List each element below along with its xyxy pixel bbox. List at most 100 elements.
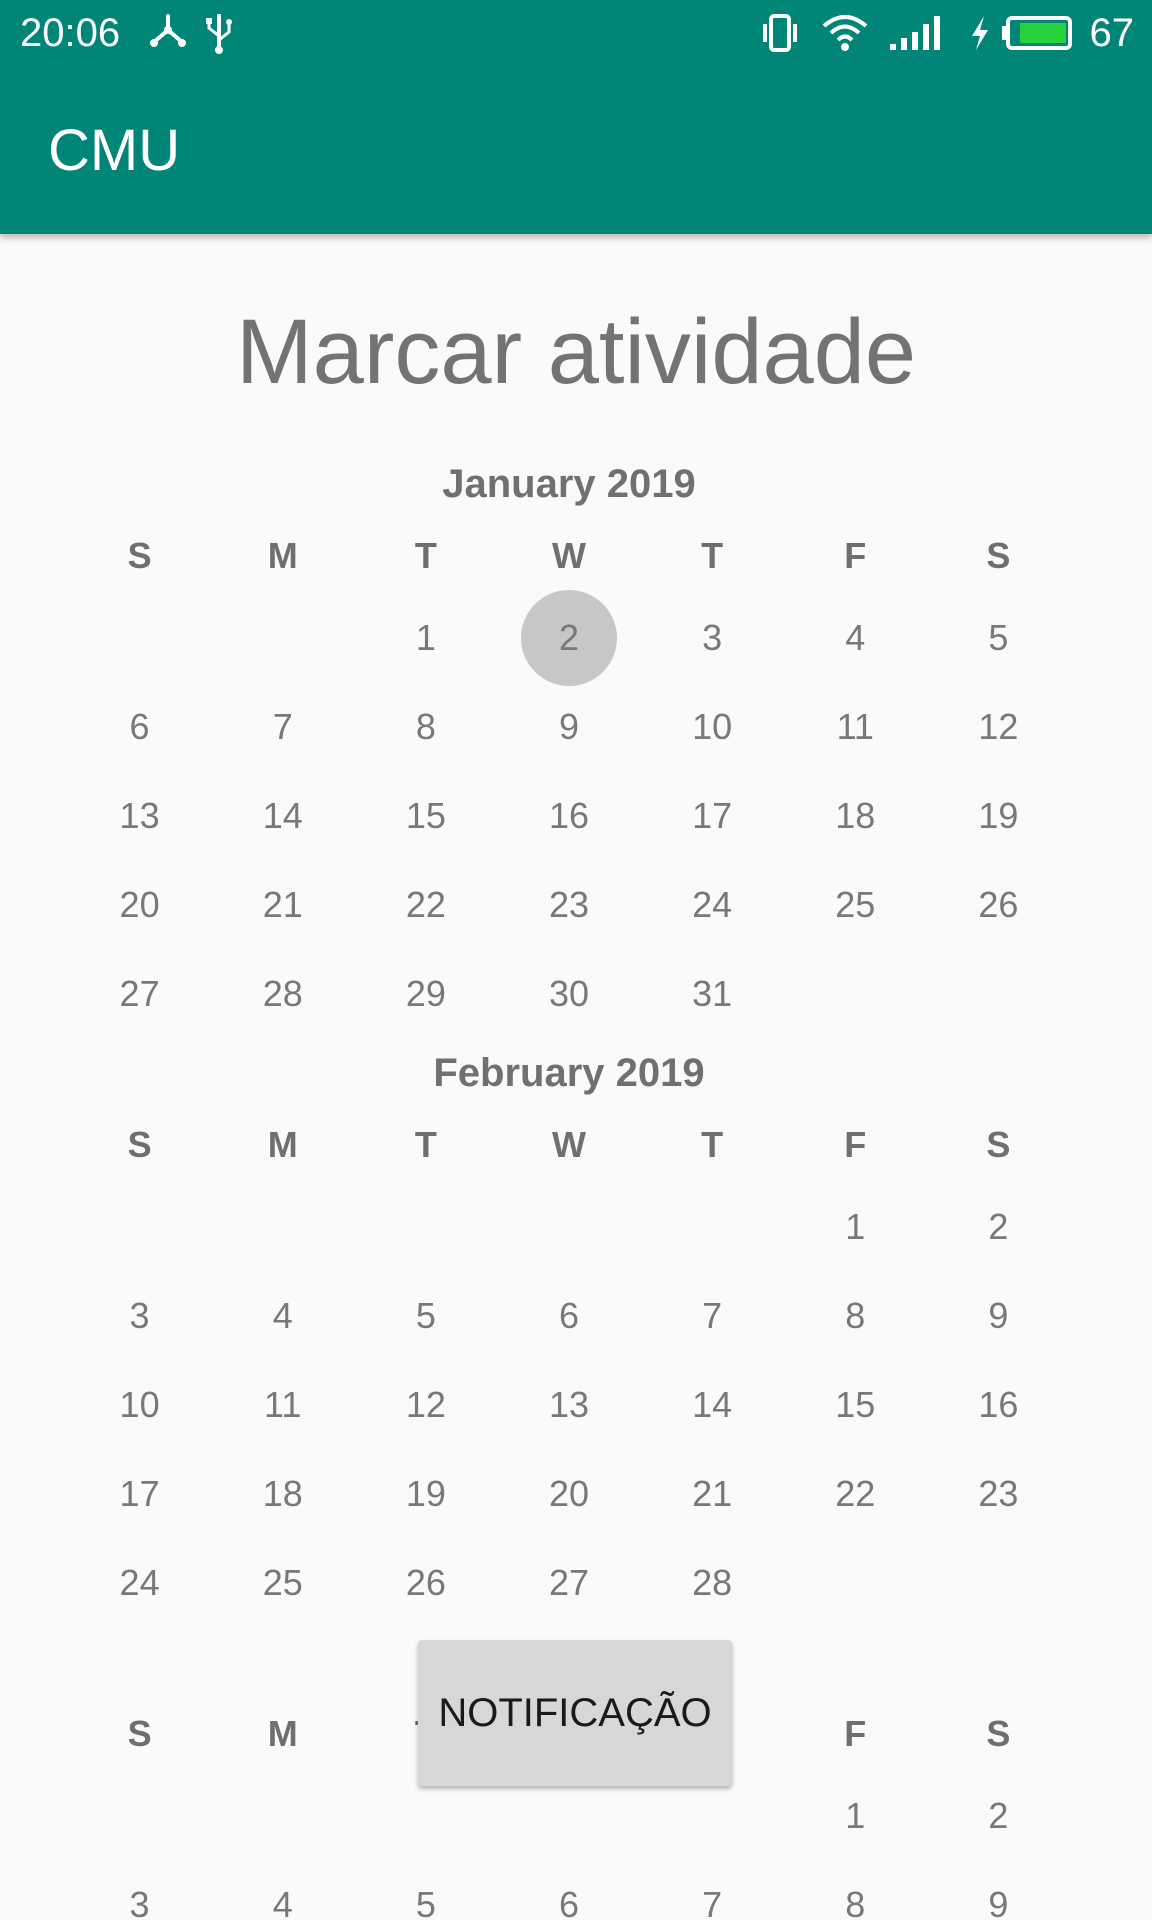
- weekday-label: F: [844, 535, 867, 576]
- calendar-day[interactable]: 24: [641, 860, 784, 949]
- calendar-day[interactable]: 25: [211, 1538, 354, 1627]
- calendar-day[interactable]: 19: [354, 1449, 497, 1538]
- page-title: Marcar atividade: [235, 301, 917, 403]
- calendar-day[interactable]: 9: [927, 1860, 1070, 1920]
- calendar-day-empty: [211, 1182, 354, 1271]
- weekday-label: T: [701, 1124, 724, 1165]
- calendar-day[interactable]: 3: [68, 1271, 211, 1360]
- calendar-day-empty: [211, 593, 354, 682]
- calendar-day[interactable]: 2: [927, 1771, 1070, 1860]
- calendar-day[interactable]: 18: [784, 771, 927, 860]
- calendar-day[interactable]: 27: [497, 1538, 640, 1627]
- calendar-day[interactable]: 8: [354, 682, 497, 771]
- calendar-day[interactable]: 3: [68, 1860, 211, 1920]
- calendar-day-selected[interactable]: 2: [497, 589, 640, 686]
- calendar-day-empty: [784, 1538, 927, 1627]
- calendar-day[interactable]: 20: [497, 1449, 640, 1538]
- weekday-label: S: [986, 535, 1011, 576]
- calendar-day[interactable]: 21: [641, 1449, 784, 1538]
- calendar-day[interactable]: 13: [497, 1360, 640, 1449]
- calendar-day-empty: [927, 949, 1070, 1038]
- calendar-day[interactable]: 4: [784, 593, 927, 682]
- calendar-day[interactable]: 17: [68, 1449, 211, 1538]
- calendar-day[interactable]: 21: [211, 860, 354, 949]
- calendar-day-empty: [211, 1771, 354, 1860]
- calendar-day[interactable]: 6: [497, 1271, 640, 1360]
- calendar-day[interactable]: 19: [927, 771, 1070, 860]
- calendar-day[interactable]: 9: [497, 682, 640, 771]
- calendar-day[interactable]: 6: [68, 682, 211, 771]
- weekday-header-row: S M T W T F S: [68, 519, 1070, 593]
- calendar-day[interactable]: 26: [354, 1538, 497, 1627]
- calendar-day[interactable]: 26: [927, 860, 1070, 949]
- calendar-day-empty: [354, 1182, 497, 1271]
- calendar-day[interactable]: 18: [211, 1449, 354, 1538]
- calendar-day[interactable]: 23: [497, 860, 640, 949]
- status-time: 20:06: [20, 11, 121, 55]
- notification-button[interactable]: NOTIFICAÇÃO: [418, 1640, 732, 1786]
- calendar-day[interactable]: 5: [354, 1271, 497, 1360]
- calendar-day[interactable]: 16: [497, 771, 640, 860]
- calendar-day[interactable]: 29: [354, 949, 497, 1038]
- weekday-label: F: [844, 1124, 867, 1165]
- network-share-icon: [150, 14, 186, 47]
- calendar-day[interactable]: 4: [211, 1860, 354, 1920]
- month-header: January 2019: [442, 462, 696, 506]
- calendar-day-empty: [68, 593, 211, 682]
- weekday-header-row: S M T W T F S: [68, 1108, 1070, 1182]
- calendar-day[interactable]: 7: [641, 1860, 784, 1920]
- calendar-day[interactable]: 7: [641, 1271, 784, 1360]
- calendar-day[interactable]: 5: [927, 593, 1070, 682]
- calendar-day[interactable]: 17: [641, 771, 784, 860]
- calendar-day[interactable]: 8: [784, 1860, 927, 1920]
- day-grid: 1 2 3 4 5 6 7 8 9 10 11 12 13 14 15 16 1…: [68, 1182, 1070, 1627]
- calendar-day[interactable]: 2: [927, 1182, 1070, 1271]
- weekday-label: S: [127, 1124, 152, 1165]
- calendar-month-january: January 2019 S M T W T F S 1 2 3 4 5 6 7…: [68, 449, 1070, 1038]
- signal-icon: [890, 16, 940, 50]
- calendar-day[interactable]: 25: [784, 860, 927, 949]
- calendar-day[interactable]: 6: [497, 1860, 640, 1920]
- calendar-day[interactable]: 28: [211, 949, 354, 1038]
- calendar-day[interactable]: 1: [784, 1771, 927, 1860]
- calendar-day[interactable]: 30: [497, 949, 640, 1038]
- calendar-day-empty: [641, 1182, 784, 1271]
- usb-icon: [206, 14, 232, 54]
- calendar-day-empty: [497, 1182, 640, 1271]
- calendar-day[interactable]: 20: [68, 860, 211, 949]
- calendar-day[interactable]: 13: [68, 771, 211, 860]
- calendar-day[interactable]: 11: [211, 1360, 354, 1449]
- calendar-day[interactable]: 15: [784, 1360, 927, 1449]
- calendar-day[interactable]: 1: [784, 1182, 927, 1271]
- calendar-day[interactable]: 11: [784, 682, 927, 771]
- calendar-day-empty: [68, 1771, 211, 1860]
- calendar-day[interactable]: 24: [68, 1538, 211, 1627]
- calendar-day[interactable]: 31: [641, 949, 784, 1038]
- calendar-day[interactable]: 22: [784, 1449, 927, 1538]
- weekday-label: S: [986, 1713, 1011, 1754]
- calendar-day[interactable]: 16: [927, 1360, 1070, 1449]
- calendar-day[interactable]: 27: [68, 949, 211, 1038]
- calendar-day[interactable]: 4: [211, 1271, 354, 1360]
- calendar-day[interactable]: 8: [784, 1271, 927, 1360]
- day-grid: 1 2 3 4 5 6 7 8 9 10 11 12 13 14 15 16 1…: [68, 589, 1070, 1038]
- weekday-label: M: [267, 1713, 298, 1754]
- calendar-day[interactable]: 15: [354, 771, 497, 860]
- calendar-day[interactable]: 1: [354, 593, 497, 682]
- calendar-day[interactable]: 9: [927, 1271, 1070, 1360]
- weekday-label: T: [414, 1124, 437, 1165]
- calendar-day[interactable]: 12: [354, 1360, 497, 1449]
- calendar-day[interactable]: 23: [927, 1449, 1070, 1538]
- calendar-day[interactable]: 5: [354, 1860, 497, 1920]
- calendar-day[interactable]: 22: [354, 860, 497, 949]
- calendar-day[interactable]: 28: [641, 1538, 784, 1627]
- calendar-day[interactable]: 14: [211, 771, 354, 860]
- calendar-day[interactable]: 12: [927, 682, 1070, 771]
- calendar-day[interactable]: 10: [641, 682, 784, 771]
- weekday-label: T: [414, 535, 437, 576]
- calendar-day[interactable]: 3: [641, 593, 784, 682]
- calendar-day-empty: [68, 1182, 211, 1271]
- calendar-day[interactable]: 10: [68, 1360, 211, 1449]
- calendar-day[interactable]: 7: [211, 682, 354, 771]
- calendar-day[interactable]: 14: [641, 1360, 784, 1449]
